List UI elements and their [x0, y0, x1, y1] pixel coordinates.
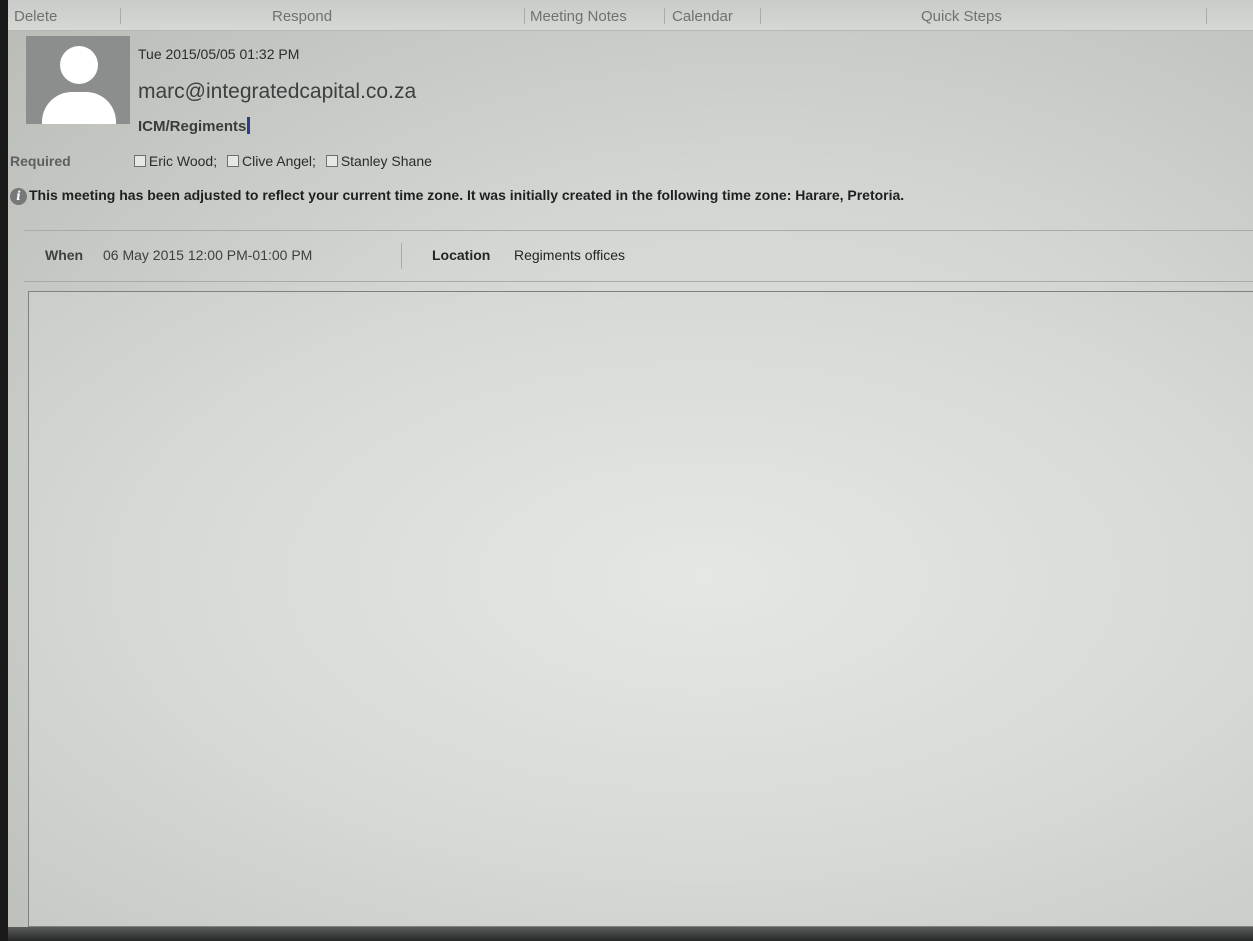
ribbon-group-meeting-notes[interactable]: Meeting Notes	[530, 8, 627, 25]
attendee-name: Clive Angel;	[242, 153, 316, 169]
attendee-stanley-shane[interactable]: Stanley Shane	[325, 153, 432, 169]
ribbon-group-delete[interactable]: Delete	[14, 8, 57, 25]
avatar-body	[42, 92, 116, 124]
subject: ICM/Regiments	[138, 117, 251, 135]
ribbon-separator	[1206, 8, 1207, 24]
location-value: Regiments offices	[514, 247, 626, 263]
attendee-status-checkbox	[325, 155, 338, 167]
info-icon: i	[10, 188, 27, 205]
details-separator	[401, 243, 402, 269]
window-bottom-edge	[8, 927, 1253, 941]
ribbon-separator	[524, 8, 525, 24]
subject-text: ICM/Regiments	[138, 118, 247, 135]
timezone-info-bar: i This meeting has been adjusted to refle…	[10, 187, 904, 205]
sent-date: Tue 2015/05/05 01:32 PM	[138, 46, 300, 62]
when-label: When	[45, 247, 84, 263]
ribbon-group-labels: Delete Respond Meeting Notes Calendar Qu…	[8, 0, 1253, 31]
ribbon-group-quick-steps[interactable]: Quick Steps	[921, 8, 1002, 25]
attendee-name: Eric Wood;	[148, 153, 218, 169]
ribbon-group-respond[interactable]: Respond	[272, 8, 332, 25]
message-body[interactable]	[28, 291, 1253, 927]
outlook-meeting-window: Delete Respond Meeting Notes Calendar Qu…	[8, 0, 1253, 941]
avatar-head	[60, 46, 98, 84]
timezone-info-message: This meeting has been adjusted to reflec…	[29, 187, 905, 203]
required-label: Required	[10, 153, 71, 169]
ribbon-separator	[760, 8, 761, 24]
sender-address[interactable]: marc@integratedcapital.co.za	[138, 80, 416, 104]
text-cursor	[247, 117, 251, 134]
ribbon-separator	[664, 8, 665, 24]
required-attendees-row: Required Eric Wood; Clive Angel; Stanley…	[10, 153, 438, 169]
ribbon-group-calendar[interactable]: Calendar	[672, 8, 733, 25]
when-value: 06 May 2015 12:00 PM-01:00 PM	[103, 247, 313, 263]
attendee-name: Stanley Shane	[340, 153, 432, 169]
meeting-details-bar: When 06 May 2015 12:00 PM-01:00 PM Locat…	[24, 230, 1253, 282]
attendee-status-checkbox	[227, 155, 239, 167]
attendee-eric-wood[interactable]: Eric Wood;	[133, 153, 218, 169]
attendee-clive-angel[interactable]: Clive Angel;	[227, 153, 316, 169]
ribbon-separator	[120, 8, 121, 24]
attendee-status-checkbox	[133, 155, 146, 167]
location-label: Location	[432, 247, 491, 263]
sender-avatar	[26, 36, 130, 124]
